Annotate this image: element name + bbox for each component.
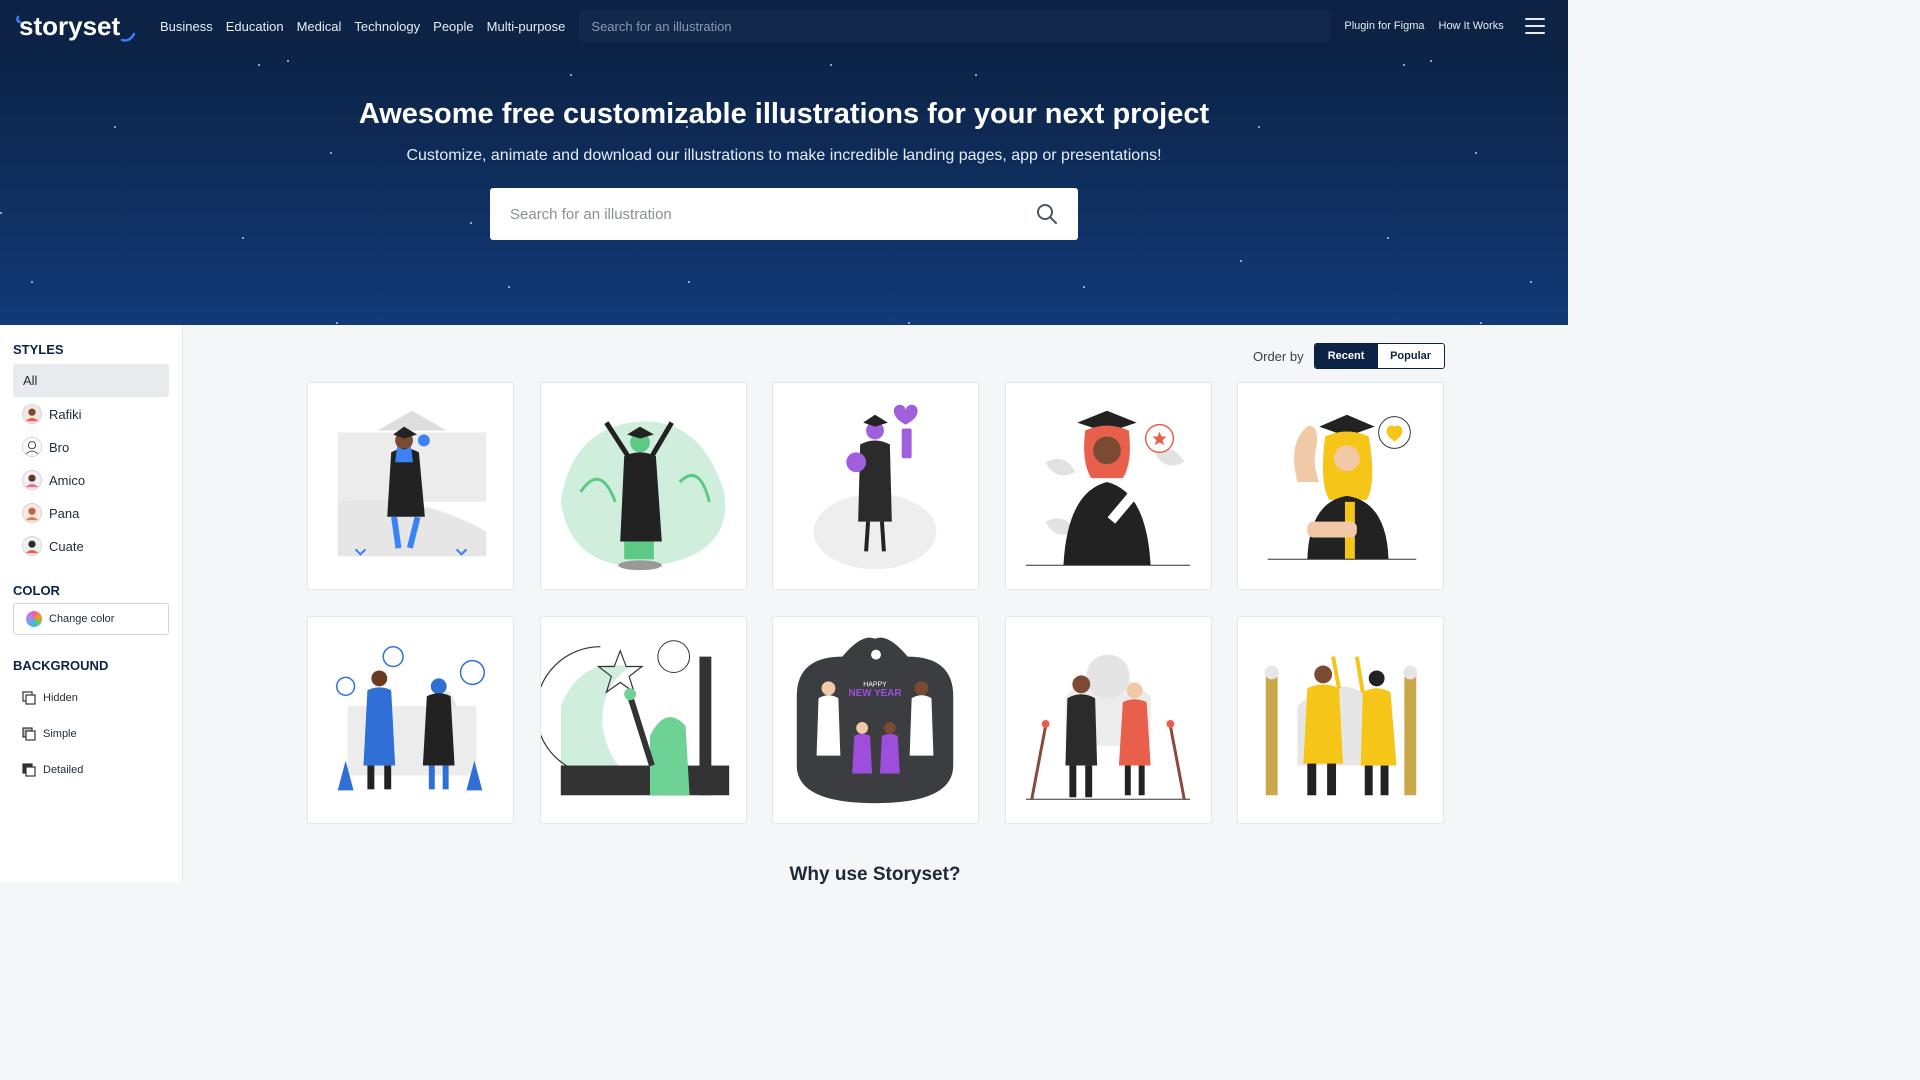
style-label: Cuate bbox=[49, 538, 84, 554]
color-heading: COLOR bbox=[13, 583, 60, 598]
order-popular-button[interactable]: Popular bbox=[1377, 344, 1444, 368]
order-by-control: Order by Recent Popular bbox=[1253, 343, 1445, 369]
style-label: Bro bbox=[49, 439, 70, 455]
storyset-logo-mark: storyset bbox=[16, 11, 136, 42]
order-by-label: Order by bbox=[1253, 348, 1304, 364]
graduate-illustration bbox=[1025, 410, 1191, 566]
menu-icon[interactable] bbox=[1524, 18, 1545, 34]
change-color-button[interactable]: Change color bbox=[13, 603, 169, 635]
style-label: Rafiki bbox=[49, 406, 82, 422]
graduate-illustration bbox=[560, 421, 726, 571]
style-filter-rafiki[interactable]: Rafiki bbox=[22, 404, 82, 424]
background-detailed-option[interactable]: Detailed bbox=[22, 763, 83, 777]
celebration-illustration bbox=[1264, 656, 1418, 796]
change-color-label: Change color bbox=[49, 613, 115, 625]
nav-technology[interactable]: Technology bbox=[354, 19, 420, 34]
style-filter-pana[interactable]: Pana bbox=[22, 503, 79, 523]
how-it-works-link[interactable]: How It Works bbox=[1439, 20, 1504, 32]
background-detailed-icon bbox=[22, 763, 36, 777]
graduate-illustration bbox=[1267, 414, 1417, 560]
illustration-card[interactable] bbox=[1237, 616, 1444, 824]
hero-search-box bbox=[490, 188, 1078, 240]
happy-new-year-illustration: HAPPY NEW YEAR bbox=[796, 637, 954, 804]
style-label: Pana bbox=[49, 505, 80, 521]
styles-heading: STYLES bbox=[13, 342, 64, 357]
style-filter-cuate[interactable]: Cuate bbox=[22, 536, 84, 556]
pana-avatar-icon bbox=[22, 503, 42, 523]
background-simple-icon bbox=[22, 727, 36, 741]
nav-medical[interactable]: Medical bbox=[297, 19, 342, 34]
celebration-illustration bbox=[335, 645, 486, 791]
nav-people[interactable]: People bbox=[433, 19, 473, 34]
bro-avatar-icon bbox=[22, 437, 42, 457]
style-filter-bro[interactable]: Bro bbox=[22, 437, 69, 457]
background-simple-option[interactable]: Simple bbox=[22, 727, 77, 741]
background-hidden-option[interactable]: Hidden bbox=[22, 691, 78, 705]
nav-multi-purpose[interactable]: Multi-purpose bbox=[487, 19, 566, 34]
celebration-illustration bbox=[1025, 654, 1191, 800]
style-filter-all[interactable]: All bbox=[13, 364, 169, 397]
illustration-card[interactable] bbox=[307, 382, 514, 590]
hero-banner: Awesome free customizable illustrations … bbox=[0, 52, 1568, 325]
hero-title: Awesome free customizable illustrations … bbox=[358, 98, 1210, 130]
order-toggle: Recent Popular bbox=[1313, 343, 1445, 369]
illustration-card[interactable] bbox=[540, 382, 747, 590]
illustration-card[interactable] bbox=[772, 382, 979, 590]
celebration-illustration bbox=[541, 640, 730, 796]
background-hidden-icon bbox=[22, 691, 36, 705]
why-use-storyset-heading: Why use Storyset? bbox=[789, 864, 961, 885]
graduate-illustration bbox=[813, 404, 937, 570]
top-search-box bbox=[579, 10, 1331, 42]
background-label: Simple bbox=[43, 728, 77, 740]
category-nav: Business Education Medical Technology Pe… bbox=[160, 19, 565, 34]
nav-business[interactable]: Business bbox=[160, 19, 213, 34]
rafiki-avatar-icon bbox=[22, 404, 42, 424]
color-wheel-icon bbox=[26, 611, 42, 627]
style-filter-amico[interactable]: Amico bbox=[22, 470, 85, 490]
illustration-card[interactable]: HAPPY NEW YEAR bbox=[772, 616, 979, 824]
nav-education[interactable]: Education bbox=[226, 19, 284, 34]
background-label: Hidden bbox=[43, 692, 78, 704]
svg-text:storyset: storyset bbox=[19, 11, 120, 41]
style-label: Amico bbox=[49, 472, 86, 488]
background-heading: BACKGROUND bbox=[13, 658, 109, 673]
illustration-card[interactable] bbox=[307, 616, 514, 824]
graduate-illustration bbox=[337, 410, 487, 557]
search-icon[interactable] bbox=[1036, 203, 1058, 225]
top-links: Plugin for Figma How It Works bbox=[1344, 20, 1503, 32]
illustration-card[interactable] bbox=[1005, 382, 1212, 590]
illustration-card[interactable] bbox=[1237, 382, 1444, 590]
illustration-card[interactable] bbox=[540, 616, 747, 824]
illustration-card[interactable] bbox=[1005, 616, 1212, 824]
storyset-logo[interactable]: storyset bbox=[14, 8, 144, 44]
filter-sidebar: STYLES All Rafiki Bro Amico Pana Cuate C… bbox=[0, 325, 183, 882]
new-year-text: NEW YEAR bbox=[848, 688, 901, 699]
amico-avatar-icon bbox=[22, 470, 42, 490]
top-navbar: storyset Business Education Medical Tech… bbox=[0, 0, 1568, 52]
cuate-avatar-icon bbox=[22, 536, 42, 556]
order-recent-button[interactable]: Recent bbox=[1314, 344, 1378, 368]
hero-search-input[interactable] bbox=[510, 205, 1036, 223]
top-search-input[interactable] bbox=[591, 18, 1331, 34]
background-label: Detailed bbox=[43, 764, 84, 776]
plugin-for-figma-link[interactable]: Plugin for Figma bbox=[1344, 20, 1424, 32]
hero-subtitle: Customize, animate and download our illu… bbox=[406, 147, 1162, 164]
